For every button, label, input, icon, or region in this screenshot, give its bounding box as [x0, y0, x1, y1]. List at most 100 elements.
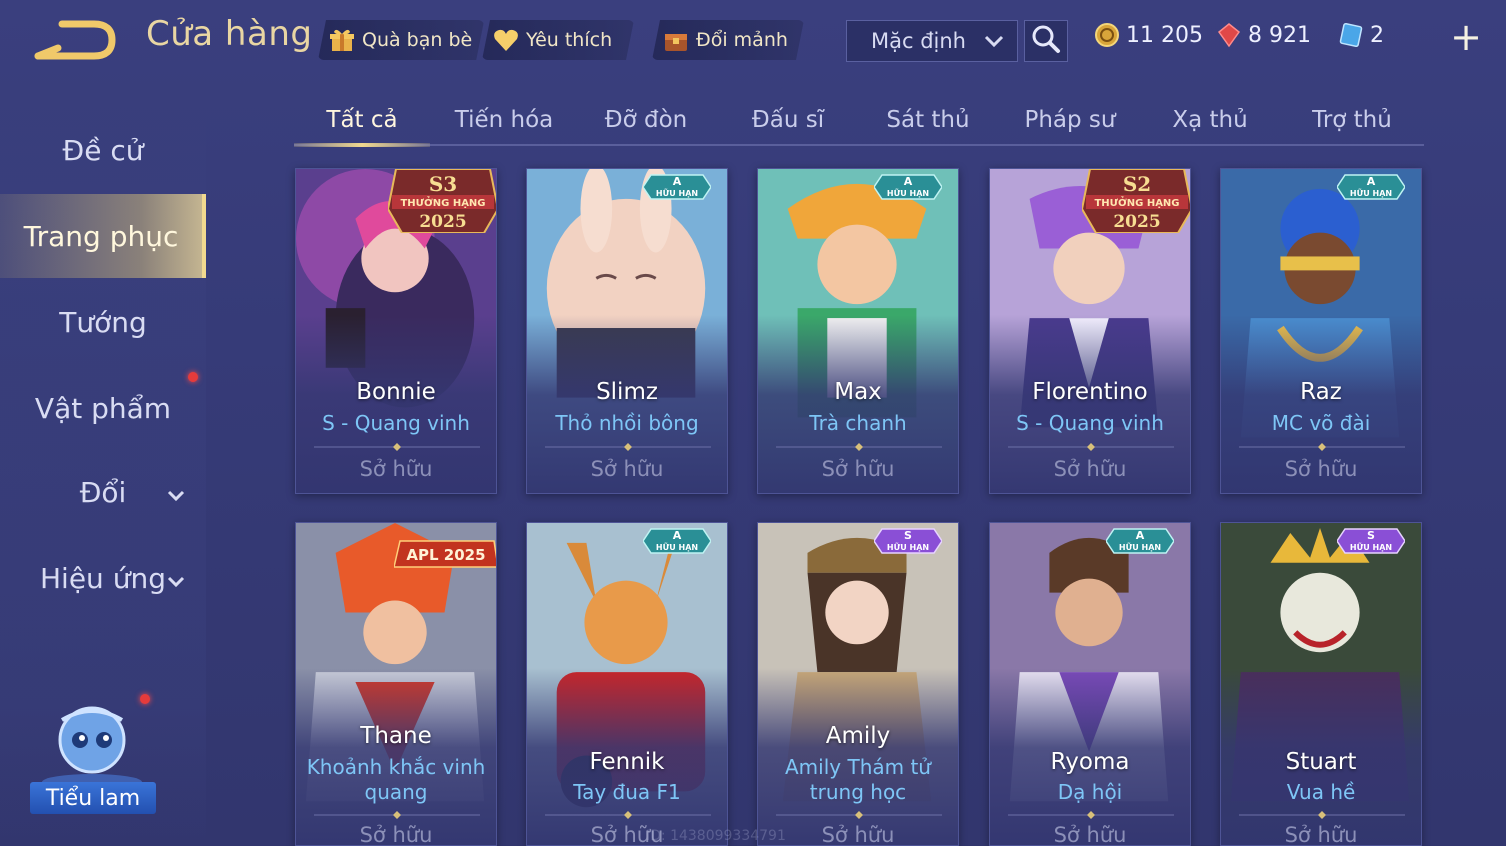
exchange-shards-button[interactable]: Đổi mảnh	[652, 20, 804, 60]
skin-card-ryoma[interactable]: A HỮU HẠN Ryoma Dạ hội Sở hữu	[989, 522, 1191, 846]
skin-card-florentino[interactable]: S2 THƯỞNG HẠNG 2025 Florentino S - Quang…	[989, 168, 1191, 494]
season-rank-text: S2	[1123, 172, 1151, 196]
hero-name: Fennik	[589, 749, 665, 775]
sidebar-item-label: Đề cử	[62, 133, 144, 167]
gift-icon	[328, 26, 356, 54]
hero-name: Ryoma	[1050, 749, 1130, 775]
sidebar-item-heroes[interactable]: Tướng	[0, 282, 206, 362]
hero-name: Stuart	[1285, 749, 1357, 775]
owned-status: Sở hữu	[821, 823, 895, 846]
season-rank-subtitle: THƯỞNG HẠNG	[1094, 195, 1179, 209]
badge-grade: S	[1367, 529, 1375, 542]
apl-event-badge: APL 2025	[394, 540, 496, 568]
sort-select[interactable]: Mặc định	[846, 20, 1018, 62]
skin-name: MC võ đài	[1271, 411, 1371, 435]
badge-text: HỮU HẠN	[1350, 541, 1392, 552]
skin-name: Thỏ nhồi bông	[555, 411, 699, 435]
sidebar-item-exchange[interactable]: Đổi	[0, 452, 206, 532]
tab-marksman[interactable]: Xạ thủ	[1140, 96, 1280, 144]
chevron-down-icon	[166, 566, 186, 588]
sidebar-item-label: Hiệu ứng	[40, 561, 166, 595]
tab-evolution[interactable]: Tiến hóa	[434, 96, 574, 144]
owned-status: Sở hữu	[590, 457, 664, 481]
sidebar-item-skins[interactable]: Trang phục	[0, 194, 206, 278]
card-divider	[1008, 443, 1174, 451]
gem-currency: 8 921	[1216, 22, 1311, 48]
skin-card-thane[interactable]: APL 2025 Thane Khoảnh khắc vinh quang Sở…	[295, 522, 497, 846]
hero-name: Florentino	[1032, 379, 1148, 405]
badge-text: HỮU HẠN	[656, 541, 698, 552]
skin-card-slimz[interactable]: A HỮU HẠN Slimz Thỏ nhồi bông Sở hữu	[526, 168, 728, 494]
ticket-currency: 2	[1338, 22, 1384, 48]
hero-name: Max	[834, 379, 882, 405]
limited-edition-badge: A HỮU HẠN	[874, 174, 942, 200]
season-rank-text: S3	[429, 172, 457, 196]
heart-icon	[492, 26, 520, 54]
card-divider	[776, 443, 942, 451]
tab-fighter[interactable]: Đấu sĩ	[718, 96, 858, 144]
red-gem-icon	[1216, 22, 1242, 48]
owned-status: Sở hữu	[1284, 823, 1358, 846]
limited-edition-badge: A HỮU HẠN	[643, 174, 711, 200]
gold-amount: 11 205	[1126, 22, 1203, 48]
friend-gift-label: Quà bạn bè	[362, 29, 473, 51]
limited-edition-badge: A HỮU HẠN	[1337, 174, 1405, 200]
skin-name: Trà chanh	[809, 411, 907, 435]
chevron-down-icon	[166, 480, 186, 502]
card-divider	[1239, 443, 1405, 451]
sidebar-item-effects[interactable]: Hiệu ứng	[0, 538, 206, 618]
favorites-button[interactable]: Yêu thích	[482, 20, 634, 60]
badge-grade: A	[673, 175, 682, 188]
add-currency-button[interactable]: +	[1450, 18, 1482, 56]
limited-edition-badge: A HỮU HẠN	[643, 528, 711, 554]
badge-text: HỮU HẠN	[1350, 187, 1392, 198]
badge-text: HỮU HẠN	[656, 187, 698, 198]
skin-name-line-1: Khoảnh khắc vinh	[306, 755, 486, 779]
top-bar: Cửa hàng Quà bạn bè Yêu thích Đổi mảnh M…	[0, 0, 1506, 78]
badge-grade: A	[904, 175, 913, 188]
badge-grade: A	[1136, 529, 1145, 542]
season-rank-year: 2025	[1113, 212, 1160, 232]
assistant-label[interactable]: Tiểu lam	[30, 782, 156, 814]
owned-status: Sở hữu	[359, 823, 433, 846]
search-button[interactable]	[1024, 20, 1068, 62]
friend-gift-button[interactable]: Quà bạn bè	[318, 20, 484, 60]
tab-mage[interactable]: Pháp sư	[998, 96, 1142, 144]
sidebar-item-label: Tướng	[59, 305, 147, 339]
tab-tank[interactable]: Đỡ đòn	[576, 96, 716, 144]
card-divider	[314, 811, 480, 819]
season-rank-subtitle: THƯỞNG HẠNG	[400, 195, 485, 209]
skin-name-line-2: trung học	[809, 780, 907, 804]
sidebar-item-label: Vật phẩm	[34, 391, 172, 425]
favorites-label: Yêu thích	[526, 29, 613, 51]
badge-grade: S	[904, 529, 912, 542]
owned-status: Sở hữu	[1284, 457, 1358, 481]
skin-card-amily[interactable]: S HỮU HẠN Amily Amily Thám tử trung học …	[757, 522, 959, 846]
sidebar-item-featured[interactable]: Đề cử	[0, 110, 206, 190]
tab-support[interactable]: Trợ thủ	[1282, 96, 1422, 144]
notification-dot	[140, 694, 150, 704]
tab-all[interactable]: Tất cả	[294, 96, 430, 147]
skin-card-fennik[interactable]: A HỮU HẠN Fennik Tay đua F1 Sở hữu	[526, 522, 728, 846]
skin-card-bonnie[interactable]: S3 THƯỞNG HẠNG 2025 Bonnie S - Quang vin…	[295, 168, 497, 494]
season-rank-year: 2025	[419, 212, 466, 232]
chevron-down-icon	[983, 31, 1005, 51]
sidebar-item-label: Đổi	[79, 475, 127, 509]
card-divider	[1239, 811, 1405, 819]
skin-name: S - Quang vinh	[322, 411, 470, 435]
skin-card-raz[interactable]: A HỮU HẠN Raz MC võ đài Sở hữu	[1220, 168, 1422, 494]
card-divider	[545, 443, 711, 451]
card-divider	[1008, 811, 1174, 819]
card-divider	[776, 811, 942, 819]
search-icon	[1031, 24, 1061, 58]
sort-select-value: Mặc định	[871, 29, 966, 53]
badge-text: HỮU HẠN	[887, 541, 929, 552]
skin-card-stuart[interactable]: S HỮU HẠN Stuart Vua hề Sở hữu	[1220, 522, 1422, 846]
tab-assassin[interactable]: Sát thủ	[858, 96, 998, 144]
skin-name: S - Quang vinh	[1016, 411, 1164, 435]
skin-name-line-2: quang	[364, 780, 428, 804]
sidebar-item-items[interactable]: Vật phẩm	[0, 368, 206, 448]
owned-status: Sở hữu	[1053, 457, 1127, 481]
skin-card-max[interactable]: A HỮU HẠN Max Trà chanh Sở hữu	[757, 168, 959, 494]
back-arrow-icon[interactable]	[32, 18, 116, 62]
